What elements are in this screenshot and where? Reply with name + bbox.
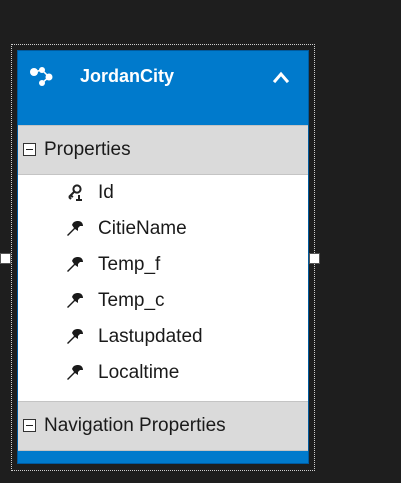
wrench-icon [67, 329, 83, 344]
navigation-section-label: Navigation Properties [44, 415, 226, 436]
property-name: Localtime [98, 362, 180, 383]
property-name: Temp_c [98, 290, 165, 311]
property-name: Id [98, 182, 114, 203]
entity-title: JordanCity [80, 66, 175, 86]
resize-handle-left[interactable] [0, 253, 11, 264]
wrench-icon [67, 221, 83, 236]
property-row[interactable]: CitieName [18, 211, 308, 247]
properties-section-label: Properties [44, 139, 131, 160]
property-row[interactable]: Temp_f [18, 247, 308, 283]
collapse-minus-icon[interactable] [23, 143, 36, 156]
property-name: Temp_f [98, 254, 161, 275]
wrench-icon [67, 257, 83, 272]
navigation-list [18, 451, 308, 463]
property-row[interactable]: Lastupdated [18, 319, 308, 355]
chevron-up-icon[interactable] [270, 67, 292, 87]
resize-handle-right[interactable] [309, 253, 320, 264]
entity-icon [30, 67, 53, 86]
entity-shape[interactable]: JordanCity Properties Id CitieName Temp_… [17, 50, 309, 464]
property-name: Lastupdated [98, 326, 203, 347]
property-row[interactable]: Id [18, 175, 308, 211]
entity-header[interactable]: JordanCity [18, 51, 308, 125]
key-icon [68, 184, 82, 201]
property-row[interactable]: Localtime [18, 355, 308, 391]
property-name: CitieName [98, 218, 187, 239]
wrench-icon [67, 293, 83, 308]
collapse-minus-icon[interactable] [23, 419, 36, 432]
wrench-icon [67, 365, 83, 380]
properties-list: Id CitieName Temp_f Temp_c Lastupdated L… [18, 175, 308, 401]
property-row[interactable]: Temp_c [18, 283, 308, 319]
properties-section-header[interactable]: Properties [18, 125, 308, 175]
navigation-section-header[interactable]: Navigation Properties [18, 401, 308, 451]
